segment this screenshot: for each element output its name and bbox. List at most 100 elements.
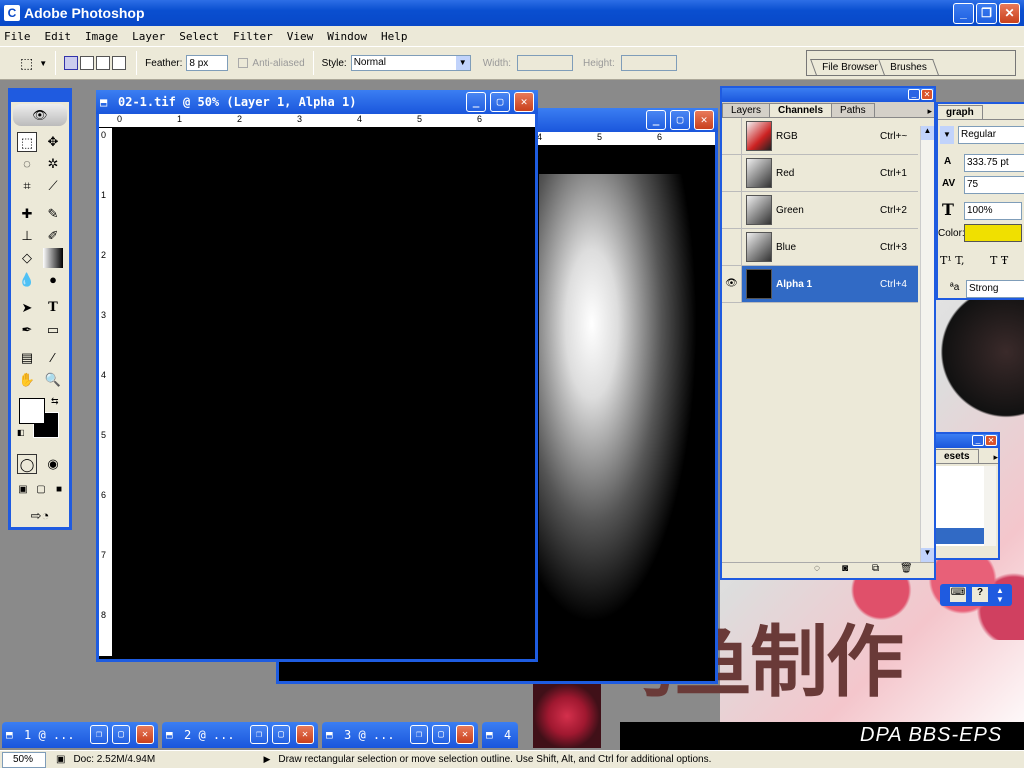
antialias-select[interactable]: Strong [966, 280, 1024, 298]
visibility-toggle[interactable] [722, 118, 742, 154]
presets-close-button[interactable]: ✕ [985, 435, 997, 446]
restore-button[interactable]: ❐ [976, 3, 997, 24]
status-menu-icon[interactable]: ▶ [263, 754, 270, 765]
blur-icon[interactable]: 💧 [17, 270, 37, 290]
menu-filter[interactable]: Filter [233, 30, 273, 43]
scroll-down-icon[interactable]: ▼ [921, 548, 934, 562]
style-select[interactable]: Normal ▼ [350, 55, 471, 71]
zoom-input[interactable]: 50% [2, 751, 46, 768]
preset-dropdown-arrow-icon[interactable]: ▼ [39, 59, 47, 68]
channel-row-alpha1[interactable]: 👁 Alpha 1 Ctrl+4 [722, 266, 918, 303]
menu-window[interactable]: Window [327, 30, 367, 43]
back-doc-minimize-button[interactable]: _ [646, 110, 666, 130]
foreground-color-swatch[interactable] [19, 398, 45, 424]
menu-help[interactable]: Help [381, 30, 408, 43]
preset-item-selected[interactable] [936, 528, 984, 544]
load-selection-icon[interactable]: ◌ [814, 563, 820, 574]
screen-mode-standard-icon[interactable]: ▣ [15, 480, 31, 500]
path-selection-icon[interactable]: ➤ [17, 298, 37, 318]
font-style-select[interactable]: Regular [958, 126, 1024, 144]
tab-channels[interactable]: Channels [769, 103, 833, 117]
magic-wand-icon[interactable]: ✲ [43, 154, 63, 174]
panel-close-button[interactable]: ✕ [921, 89, 933, 100]
eraser-icon[interactable]: ◇ [17, 248, 37, 268]
minimized-window-1[interactable]: ⬒ 1 @ ... ❐ ▢ ✕ [2, 722, 158, 748]
help-icon[interactable]: ? [972, 587, 988, 602]
screen-mode-full-menu-icon[interactable]: ▢ [33, 480, 49, 500]
intersect-selection-icon[interactable] [112, 56, 127, 70]
channel-row-blue[interactable]: Blue Ctrl+3 [722, 229, 918, 266]
history-brush-icon[interactable]: ✐ [43, 226, 63, 246]
canvas-alpha-channel[interactable] [114, 129, 535, 659]
menu-file[interactable]: File [4, 30, 31, 43]
restore-button[interactable]: ❐ [90, 725, 108, 744]
presets-titlebar[interactable]: _ ✕ [936, 434, 998, 448]
presets-minimize-button[interactable]: _ [972, 435, 984, 446]
minimized-window-4[interactable]: ⬒ 4 [482, 722, 518, 748]
minimize-button[interactable]: _ [953, 3, 974, 24]
presets-list[interactable] [936, 466, 984, 546]
leading-input[interactable]: 333.75 pt [964, 154, 1024, 172]
menu-image[interactable]: Image [85, 30, 118, 43]
visibility-toggle[interactable] [722, 192, 742, 228]
tab-layers[interactable]: Layers [722, 103, 771, 117]
tab-paths[interactable]: Paths [831, 103, 875, 117]
quick-mask-icon[interactable]: ◉ [43, 454, 63, 474]
visibility-toggle[interactable] [722, 229, 742, 265]
marquee-tool-preset-icon[interactable]: ⬚ [20, 55, 33, 72]
close-button[interactable]: ✕ [296, 725, 314, 744]
dock-tab-file-browser[interactable]: File Browser [810, 59, 890, 75]
underline-icon[interactable]: T Ŧ [990, 254, 1008, 267]
screen-mode-full-icon[interactable]: ■ [51, 480, 67, 500]
menu-select[interactable]: Select [179, 30, 219, 43]
subtract-selection-icon[interactable] [96, 56, 111, 70]
zoom-icon[interactable]: 🔍 [43, 370, 63, 390]
scroll-up-icon[interactable]: ▲ [921, 126, 934, 140]
doc-size[interactable]: Doc: 2.52M/4.94M [73, 754, 263, 765]
new-selection-icon[interactable] [64, 56, 79, 70]
menu-layer[interactable]: Layer [132, 30, 165, 43]
channels-scrollbar[interactable]: ▲ ▼ [920, 126, 934, 562]
move-tool-icon[interactable]: ✥ [43, 132, 63, 152]
maximize-button[interactable]: ▢ [432, 725, 450, 744]
superscript-icon[interactable]: T¹ T, [940, 254, 964, 267]
toolbox-header-logo[interactable]: 👁 [13, 104, 67, 126]
doc-maximize-button[interactable]: ▢ [490, 92, 510, 112]
notes-icon[interactable]: ▤ [17, 348, 37, 368]
doc-minimize-button[interactable]: _ [466, 92, 486, 112]
add-selection-icon[interactable] [80, 56, 95, 70]
maximize-button[interactable]: ▢ [112, 725, 130, 744]
save-selection-icon[interactable]: ◙ [842, 563, 848, 574]
spin-icon[interactable]: ▲ ▼ [996, 586, 1004, 604]
delete-channel-icon[interactable]: 🗑 [900, 563, 913, 574]
tab-tool-presets-partial[interactable]: esets [936, 449, 979, 463]
antialiased-checkbox[interactable] [238, 58, 249, 68]
font-family-chevron-icon[interactable]: ▼ [940, 126, 954, 144]
text-color-swatch[interactable] [964, 224, 1022, 242]
rectangular-marquee-icon[interactable]: ⬚ [17, 132, 37, 152]
channel-row-red[interactable]: Red Ctrl+1 [722, 155, 918, 192]
tracking-input[interactable]: 75 [964, 176, 1024, 194]
crop-icon[interactable]: ⌗ [17, 176, 37, 196]
menu-view[interactable]: View [287, 30, 314, 43]
eye-icon[interactable]: 👁 [722, 266, 742, 302]
brush-icon[interactable]: ✎ [43, 204, 63, 224]
panel-minimize-button[interactable]: _ [908, 89, 920, 100]
eyedropper-icon[interactable]: ⁄ [43, 348, 63, 368]
doc-close-button[interactable]: ✕ [514, 92, 534, 112]
document-titlebar[interactable]: ⬒ 02-1.tif @ 50% (Layer 1, Alpha 1) _ ▢ … [96, 90, 538, 114]
minimized-window-3[interactable]: ⬒ 3 @ ... ❐ ▢ ✕ [322, 722, 478, 748]
dock-tab-brushes[interactable]: Brushes [877, 59, 939, 75]
restore-button[interactable]: ❐ [410, 725, 428, 744]
vertical-scale-input[interactable]: 100% [964, 202, 1022, 220]
close-button[interactable]: ✕ [136, 725, 154, 744]
document-window[interactable]: ⬒ 02-1.tif @ 50% (Layer 1, Alpha 1) _ ▢ … [96, 90, 538, 662]
tab-paragraph-partial[interactable]: graph [938, 105, 983, 119]
visibility-toggle[interactable] [722, 155, 742, 191]
back-doc-maximize-button[interactable]: ▢ [670, 110, 690, 130]
rectangle-shape-icon[interactable]: ▭ [43, 320, 63, 340]
new-channel-icon[interactable]: ⧉ [872, 563, 879, 574]
channels-panel-titlebar[interactable]: _ ✕ [722, 88, 934, 102]
default-colors-icon[interactable]: ◧ [17, 428, 25, 437]
feather-input[interactable] [186, 55, 229, 71]
